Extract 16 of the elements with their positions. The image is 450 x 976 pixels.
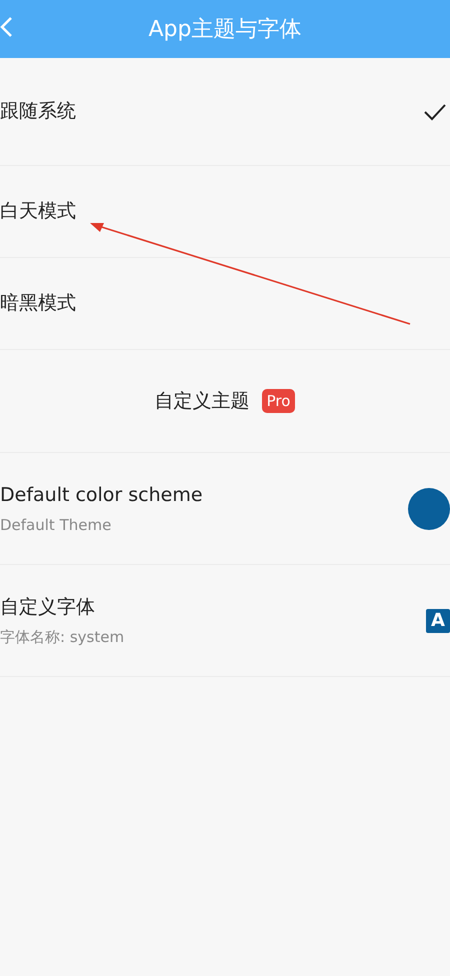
color-swatch[interactable] bbox=[408, 488, 450, 530]
option-label: 跟随系统 bbox=[0, 99, 76, 124]
back-icon bbox=[0, 16, 12, 38]
theme-option[interactable]: 跟随系统 bbox=[0, 58, 450, 166]
setting-subtitle: Default Theme bbox=[0, 514, 112, 536]
custom-theme-label[interactable]: 自定义主题 bbox=[154, 386, 250, 416]
setting-title[interactable]: 自定义字体 bbox=[0, 593, 124, 622]
font-icon[interactable]: A bbox=[426, 608, 450, 632]
option-label: 白天模式 bbox=[0, 199, 76, 224]
option-label: 暗黑模式 bbox=[0, 291, 76, 316]
setting-title[interactable]: Default color scheme bbox=[0, 481, 203, 510]
pro-badge: Pro bbox=[262, 388, 296, 414]
check-icon bbox=[424, 102, 446, 120]
screen-title: App主题与字体 bbox=[148, 16, 302, 44]
setting-subtitle: 字体名称: system bbox=[0, 626, 124, 648]
theme-option[interactable]: 暗黑模式 bbox=[0, 258, 450, 350]
